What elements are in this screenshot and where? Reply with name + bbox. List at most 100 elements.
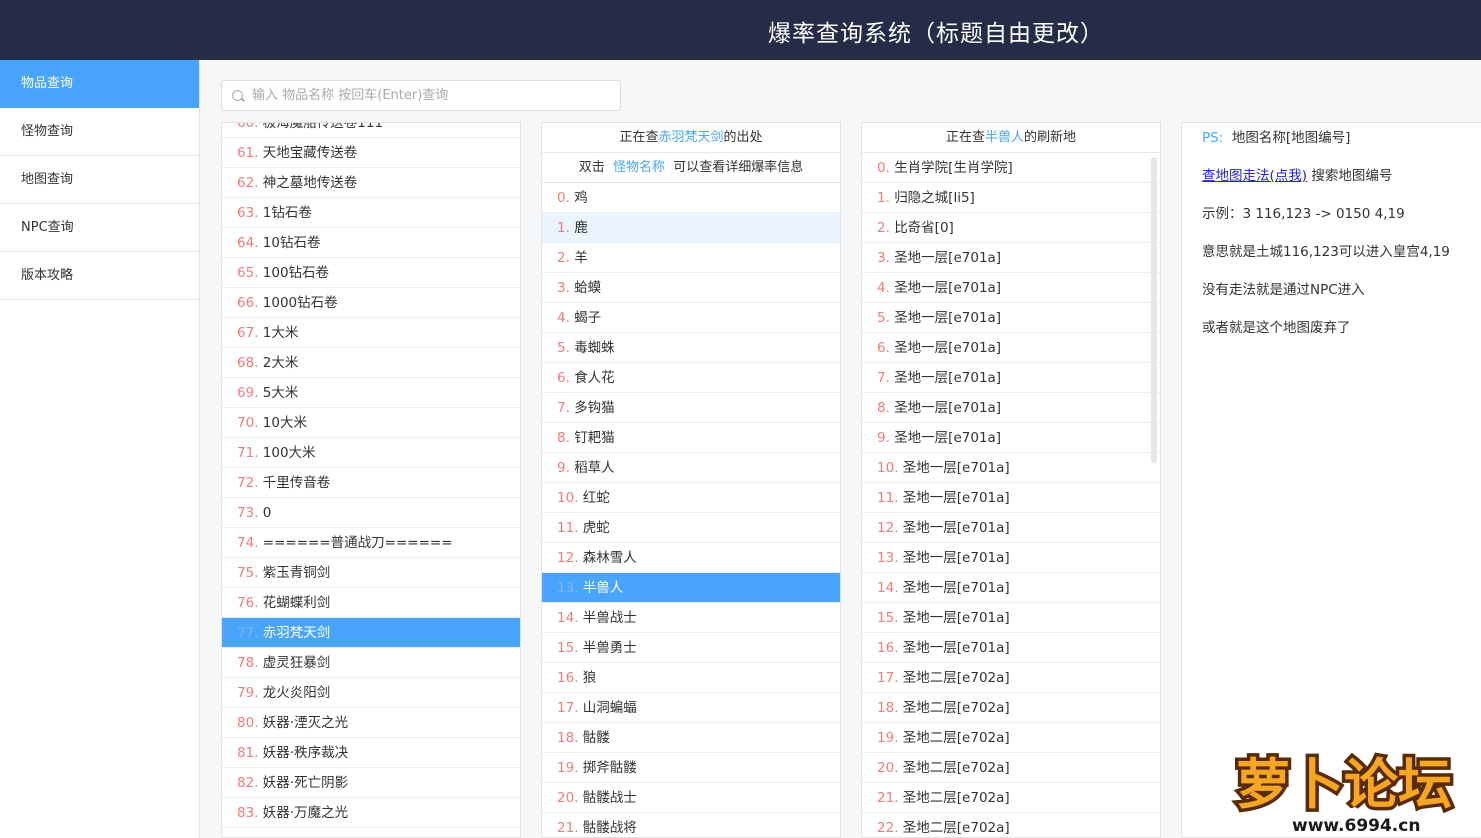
map-row-index: 2 — [877, 220, 886, 236]
monster-row-name: 骷髅 — [582, 730, 610, 746]
item-row[interactable]: 64. 10钻石卷 — [222, 228, 520, 258]
monster-row[interactable]: 7. 多钩猫 — [542, 393, 840, 423]
item-row[interactable]: 68. 2大米 — [222, 348, 520, 378]
monster-row[interactable]: 15. 半兽勇士 — [542, 633, 840, 663]
item-row-name: 2大米 — [262, 355, 299, 371]
item-row-name: 1钻石卷 — [262, 205, 312, 221]
item-row[interactable]: 67. 1大米 — [222, 318, 520, 348]
monster-row-separator: . — [574, 670, 583, 686]
monster-row[interactable]: 10. 红蛇 — [542, 483, 840, 513]
map-row[interactable]: 20. 圣地二层[e702a] — [862, 753, 1160, 783]
map-row[interactable]: 13. 圣地一层[e701a] — [862, 543, 1160, 573]
item-row-separator: . — [254, 475, 263, 491]
item-row[interactable]: 79. 龙火炎阳剑 — [222, 678, 520, 708]
map-row[interactable]: 0. 生肖学院[生肖学院] — [862, 153, 1160, 183]
map-row[interactable]: 16. 圣地一层[e701a] — [862, 633, 1160, 663]
map-row[interactable]: 12. 圣地一层[e701a] — [862, 513, 1160, 543]
map-row[interactable]: 21. 圣地二层[e702a] — [862, 783, 1160, 813]
monster-row[interactable]: 8. 钉耙猫 — [542, 423, 840, 453]
monster-row-index: 9 — [557, 460, 566, 476]
monster-row[interactable]: 1. 鹿 — [542, 213, 840, 243]
item-row[interactable]: 81. 妖器·秩序裁决 — [222, 738, 520, 768]
map-row[interactable]: 1. 归隐之城[li5] — [862, 183, 1160, 213]
monster-row-separator: . — [565, 190, 575, 206]
map-row[interactable]: 7. 圣地一层[e701a] — [862, 363, 1160, 393]
item-row[interactable]: 62. 神之墓地传送卷 — [222, 168, 520, 198]
map-row[interactable]: 10. 圣地一层[e701a] — [862, 453, 1160, 483]
item-row-name: 妖器·湮灭之光 — [262, 715, 349, 731]
search-input[interactable] — [252, 81, 612, 110]
item-row[interactable]: 72. 千里传音卷 — [222, 468, 520, 498]
monster-row[interactable]: 5. 毒蜘蛛 — [542, 333, 840, 363]
sidebar-item-npc-query[interactable]: NPC查询 — [0, 204, 199, 252]
map-row[interactable]: 22. 圣地二层[e702a] — [862, 813, 1160, 837]
map-route-link[interactable]: 查地图走法(点我) — [1202, 168, 1307, 184]
monster-row[interactable]: 16. 狼 — [542, 663, 840, 693]
map-row[interactable]: 15. 圣地一层[e701a] — [862, 603, 1160, 633]
item-row[interactable]: 71. 100大米 — [222, 438, 520, 468]
map-row[interactable]: 19. 圣地二层[e702a] — [862, 723, 1160, 753]
monster-row[interactable]: 19. 掷斧骷髅 — [542, 753, 840, 783]
map-row[interactable]: 18. 圣地二层[e702a] — [862, 693, 1160, 723]
item-row-name: 天地宝藏传送卷 — [262, 145, 358, 161]
monster-row[interactable]: 3. 蛤蟆 — [542, 273, 840, 303]
map-row-name: 归隐之城[li5] — [894, 190, 975, 206]
map-row-name: 圣地一层[e701a] — [902, 550, 1010, 566]
item-row[interactable]: 73. 0 — [222, 498, 520, 528]
map-row[interactable]: 8. 圣地一层[e701a] — [862, 393, 1160, 423]
item-row[interactable]: 69. 5大米 — [222, 378, 520, 408]
item-row[interactable]: 82. 妖器·死亡阴影 — [222, 768, 520, 798]
item-row[interactable]: 80. 妖器·湮灭之光 — [222, 708, 520, 738]
item-row[interactable]: 61. 天地宝藏传送卷 — [222, 138, 520, 168]
item-row[interactable]: 60. 极海魔船传送卷111 — [222, 123, 520, 138]
map-row[interactable]: 2. 比奇省[0] — [862, 213, 1160, 243]
monster-row[interactable]: 9. 稻草人 — [542, 453, 840, 483]
map-row[interactable]: 11. 圣地一层[e701a] — [862, 483, 1160, 513]
monster-row[interactable]: 21. 骷髅战将 — [542, 813, 840, 837]
sidebar-item-item-query[interactable]: 物品查询 — [0, 60, 199, 108]
item-row[interactable]: 63. 1钻石卷 — [222, 198, 520, 228]
item-row[interactable]: 65. 100钻石卷 — [222, 258, 520, 288]
item-row[interactable]: 83. 妖器·万魔之光 — [222, 798, 520, 828]
monster-row[interactable]: 11. 虎蛇 — [542, 513, 840, 543]
maps-scrollbar[interactable] — [1151, 157, 1157, 463]
item-row[interactable]: 78. 虚灵狂暴剑 — [222, 648, 520, 678]
map-row-separator: . — [894, 730, 903, 746]
monster-row[interactable]: 6. 食人花 — [542, 363, 840, 393]
map-row-name: 圣地二层[e702a] — [902, 730, 1010, 746]
map-row[interactable]: 5. 圣地一层[e701a] — [862, 303, 1160, 333]
monster-row[interactable]: 20. 骷髅战士 — [542, 783, 840, 813]
map-row[interactable]: 6. 圣地一层[e701a] — [862, 333, 1160, 363]
sidebar-item-map-query[interactable]: 地图查询 — [0, 156, 199, 204]
item-row[interactable]: 74. ======普通战刀====== — [222, 528, 520, 558]
monster-row[interactable]: 2. 羊 — [542, 243, 840, 273]
monster-row[interactable]: 13. 半兽人 — [542, 573, 840, 603]
item-row-index: 65 — [237, 265, 255, 281]
map-row[interactable]: 3. 圣地一层[e701a] — [862, 243, 1160, 273]
map-row[interactable]: 9. 圣地一层[e701a] — [862, 423, 1160, 453]
monster-row[interactable]: 0. 鸡 — [542, 183, 840, 213]
item-row[interactable]: 66. 1000钻石卷 — [222, 288, 520, 318]
monster-row[interactable]: 12. 森林雪人 — [542, 543, 840, 573]
map-row[interactable]: 14. 圣地一层[e701a] — [862, 573, 1160, 603]
map-row-index: 15 — [877, 610, 895, 626]
map-row-index: 20 — [877, 760, 895, 776]
map-row-name: 比奇省[0] — [894, 220, 954, 236]
monster-row[interactable]: 17. 山洞蝙蝠 — [542, 693, 840, 723]
item-row-index: 83 — [237, 805, 255, 821]
sidebar-item-version-guide[interactable]: 版本攻略 — [0, 252, 199, 300]
item-row[interactable]: 76. 花蝴蝶利剑 — [222, 588, 520, 618]
monster-row[interactable]: 4. 蝎子 — [542, 303, 840, 333]
item-row[interactable]: 75. 紫玉青铜剑 — [222, 558, 520, 588]
monster-row[interactable]: 18. 骷髅 — [542, 723, 840, 753]
monster-row-name: 毒蜘蛛 — [574, 340, 615, 356]
item-row-index: 78 — [237, 655, 255, 671]
map-row[interactable]: 17. 圣地二层[e702a] — [862, 663, 1160, 693]
sidebar-item-monster-query[interactable]: 怪物查询 — [0, 108, 199, 156]
map-row-index: 14 — [877, 580, 895, 596]
monster-row[interactable]: 14. 半兽战士 — [542, 603, 840, 633]
item-row[interactable]: 70. 10大米 — [222, 408, 520, 438]
item-row-name: 1大米 — [262, 325, 299, 341]
map-row[interactable]: 4. 圣地一层[e701a] — [862, 273, 1160, 303]
item-row[interactable]: 77. 赤羽梵天剑 — [222, 618, 520, 648]
